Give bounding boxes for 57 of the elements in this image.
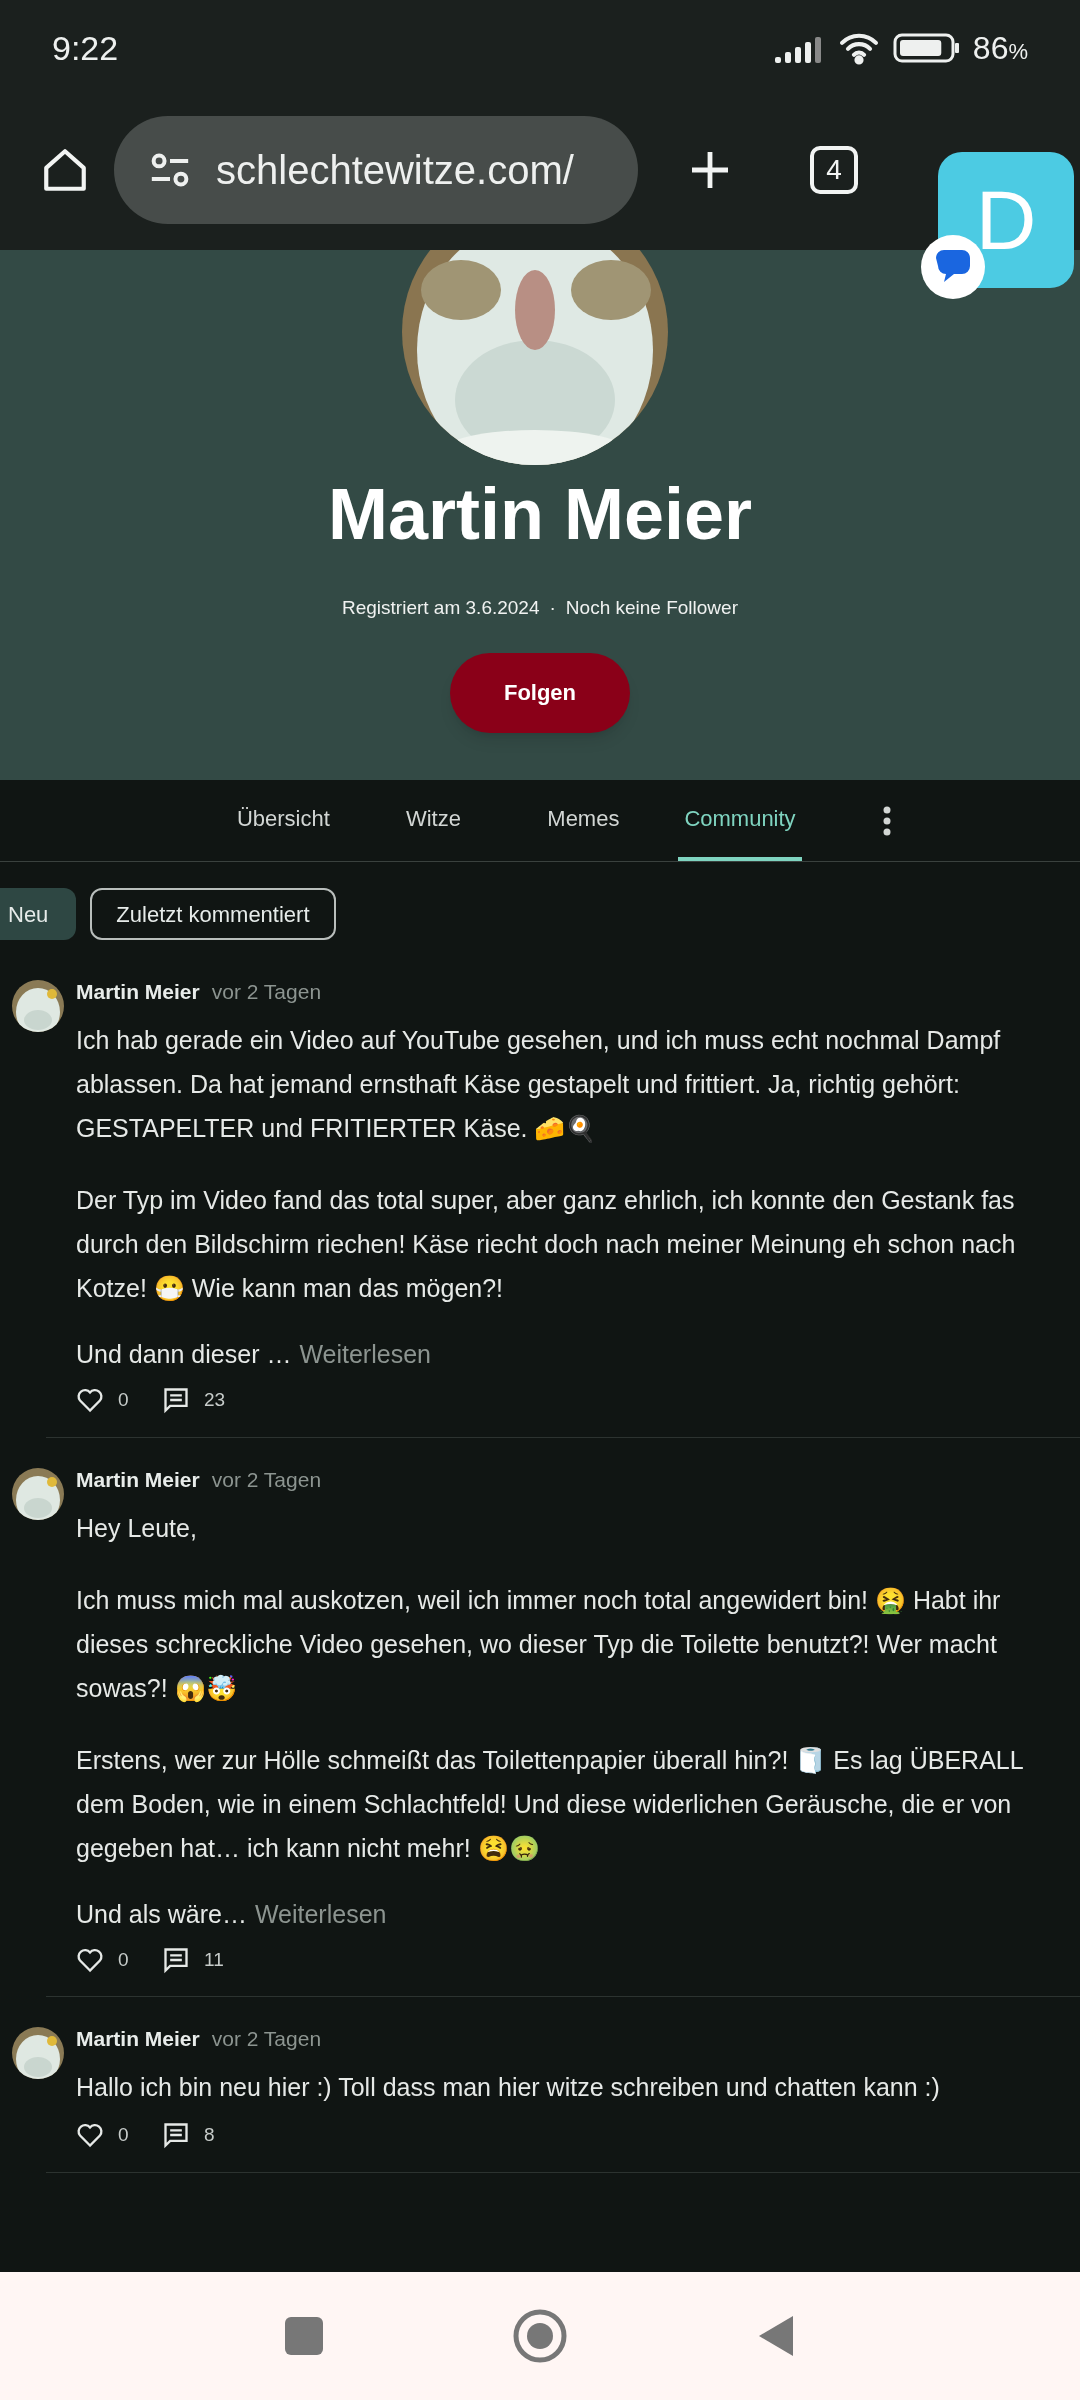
post-text: Hallo ich bin neu hier :) Toll dass man hier witze schreiben und chatten kann :) [76,2072,940,2103]
status-time: 9:22 [52,27,119,69]
post-text: Der Typ im Video fand das total super, aber ganz ehrlich, ich konnte den Gestank fas [76,1185,1016,1216]
battery-icon [892,32,961,64]
post-text: Und dann dieser … [76,1339,292,1370]
comment-count: 11 [204,1947,224,1972]
profile-tab[interactable]: Community [678,779,802,861]
post-text: sowas?! 😱🤯 [76,1672,238,1704]
comment-icon[interactable] [162,1945,190,1974]
post-text: Kotze! 😷 Wie kann man das mögen?! [76,1273,505,1304]
post-text: durch den Bildschirm riechen! Käse riecht doch nach meiner Meinung eh schon nach [76,1229,1016,1260]
profile-tab[interactable]: Witze [378,779,489,861]
filter-chip[interactable]: Neu [0,888,77,940]
heart-icon[interactable] [76,1946,104,1973]
post-author[interactable]: Martin Meier [76,976,200,1008]
recents-icon[interactable] [285,2317,323,2355]
profile-tab[interactable]: Memes [528,779,639,861]
post-time: vor 2 Tagen [211,2026,322,2052]
profile-name: Martin Meier [327,478,753,550]
post-text: Und als wäre… [76,1898,247,1930]
more-icon[interactable] [881,805,892,836]
post-author[interactable]: Martin Meier [76,2023,200,2055]
separator: · [549,596,556,620]
post-text: Ich hab gerade ein Video auf YouTube gesehen, und ich muss echt nochmal Dampf [76,1025,1002,1056]
post-text: ablassen. Da hat jemand ernsthaft Käse gestapelt und frittiert. Ja, richtig gehört: [76,1069,961,1100]
heart-icon[interactable] [76,2122,104,2149]
like-count: 0 [118,1388,130,1412]
post-time: vor 2 Tagen [211,1466,322,1493]
post-text: GESTAPELTER und FRITIERTER Käse. 🧀🍳 [76,1113,598,1145]
post-time: vor 2 Tagen [211,979,322,1005]
read-more-link[interactable]: Weiterlesen [299,1332,431,1376]
follower-count: Noch keine Follower [565,596,738,620]
post-text: Hey Leute, [76,1512,198,1544]
comment-count: 8 [204,2123,215,2147]
post-text: Ich muss mich mal auskotzen, weil ich immer noch total angewidert bin! 🤮 Habt ihr [76,1584,1002,1616]
like-count: 0 [118,2123,130,2147]
comment-count: 23 [204,1388,226,1412]
tab-count-button[interactable]: 4 [810,146,858,194]
address-bar[interactable]: schlechtewitze.com/ [114,116,638,224]
post-text: gegeben hat… ich kann nicht mehr! 😫🤢 [76,1832,541,1864]
post-text: dem Boden, wie in einem Schlachtfeld! Und diese widerlichen Geräusche, die er von [76,1788,1013,1820]
back-icon[interactable] [757,2314,795,2358]
registered-date: Registriert am 3.6.2024 [342,596,540,620]
post-author[interactable]: Martin Meier [76,1463,200,1495]
profile-tab[interactable]: Übersicht [228,779,339,861]
battery-percent: 86% [972,29,1028,68]
like-count: 0 [118,1947,130,1972]
url-text: schlechtewitze.com/ [216,147,574,194]
home-button-icon[interactable] [513,2309,567,2363]
post-text: dieses schreckliche Video gesehen, wo dieser Typ die Toilette benutzt?! Wer macht [76,1628,998,1660]
comment-icon[interactable] [162,1386,190,1415]
heart-icon[interactable] [76,1387,104,1414]
read-more-link[interactable]: Weiterlesen [254,1891,387,1936]
comment-icon[interactable] [162,2121,190,2150]
filter-chip[interactable]: Zuletzt kommentiert [90,888,336,940]
post-text: Erstens, wer zur Hölle schmeißt das Toilettenpapier überall hin?! 🧻 Es lag ÜBERALL [76,1744,1024,1776]
follow-button[interactable]: Folgen [450,652,630,733]
